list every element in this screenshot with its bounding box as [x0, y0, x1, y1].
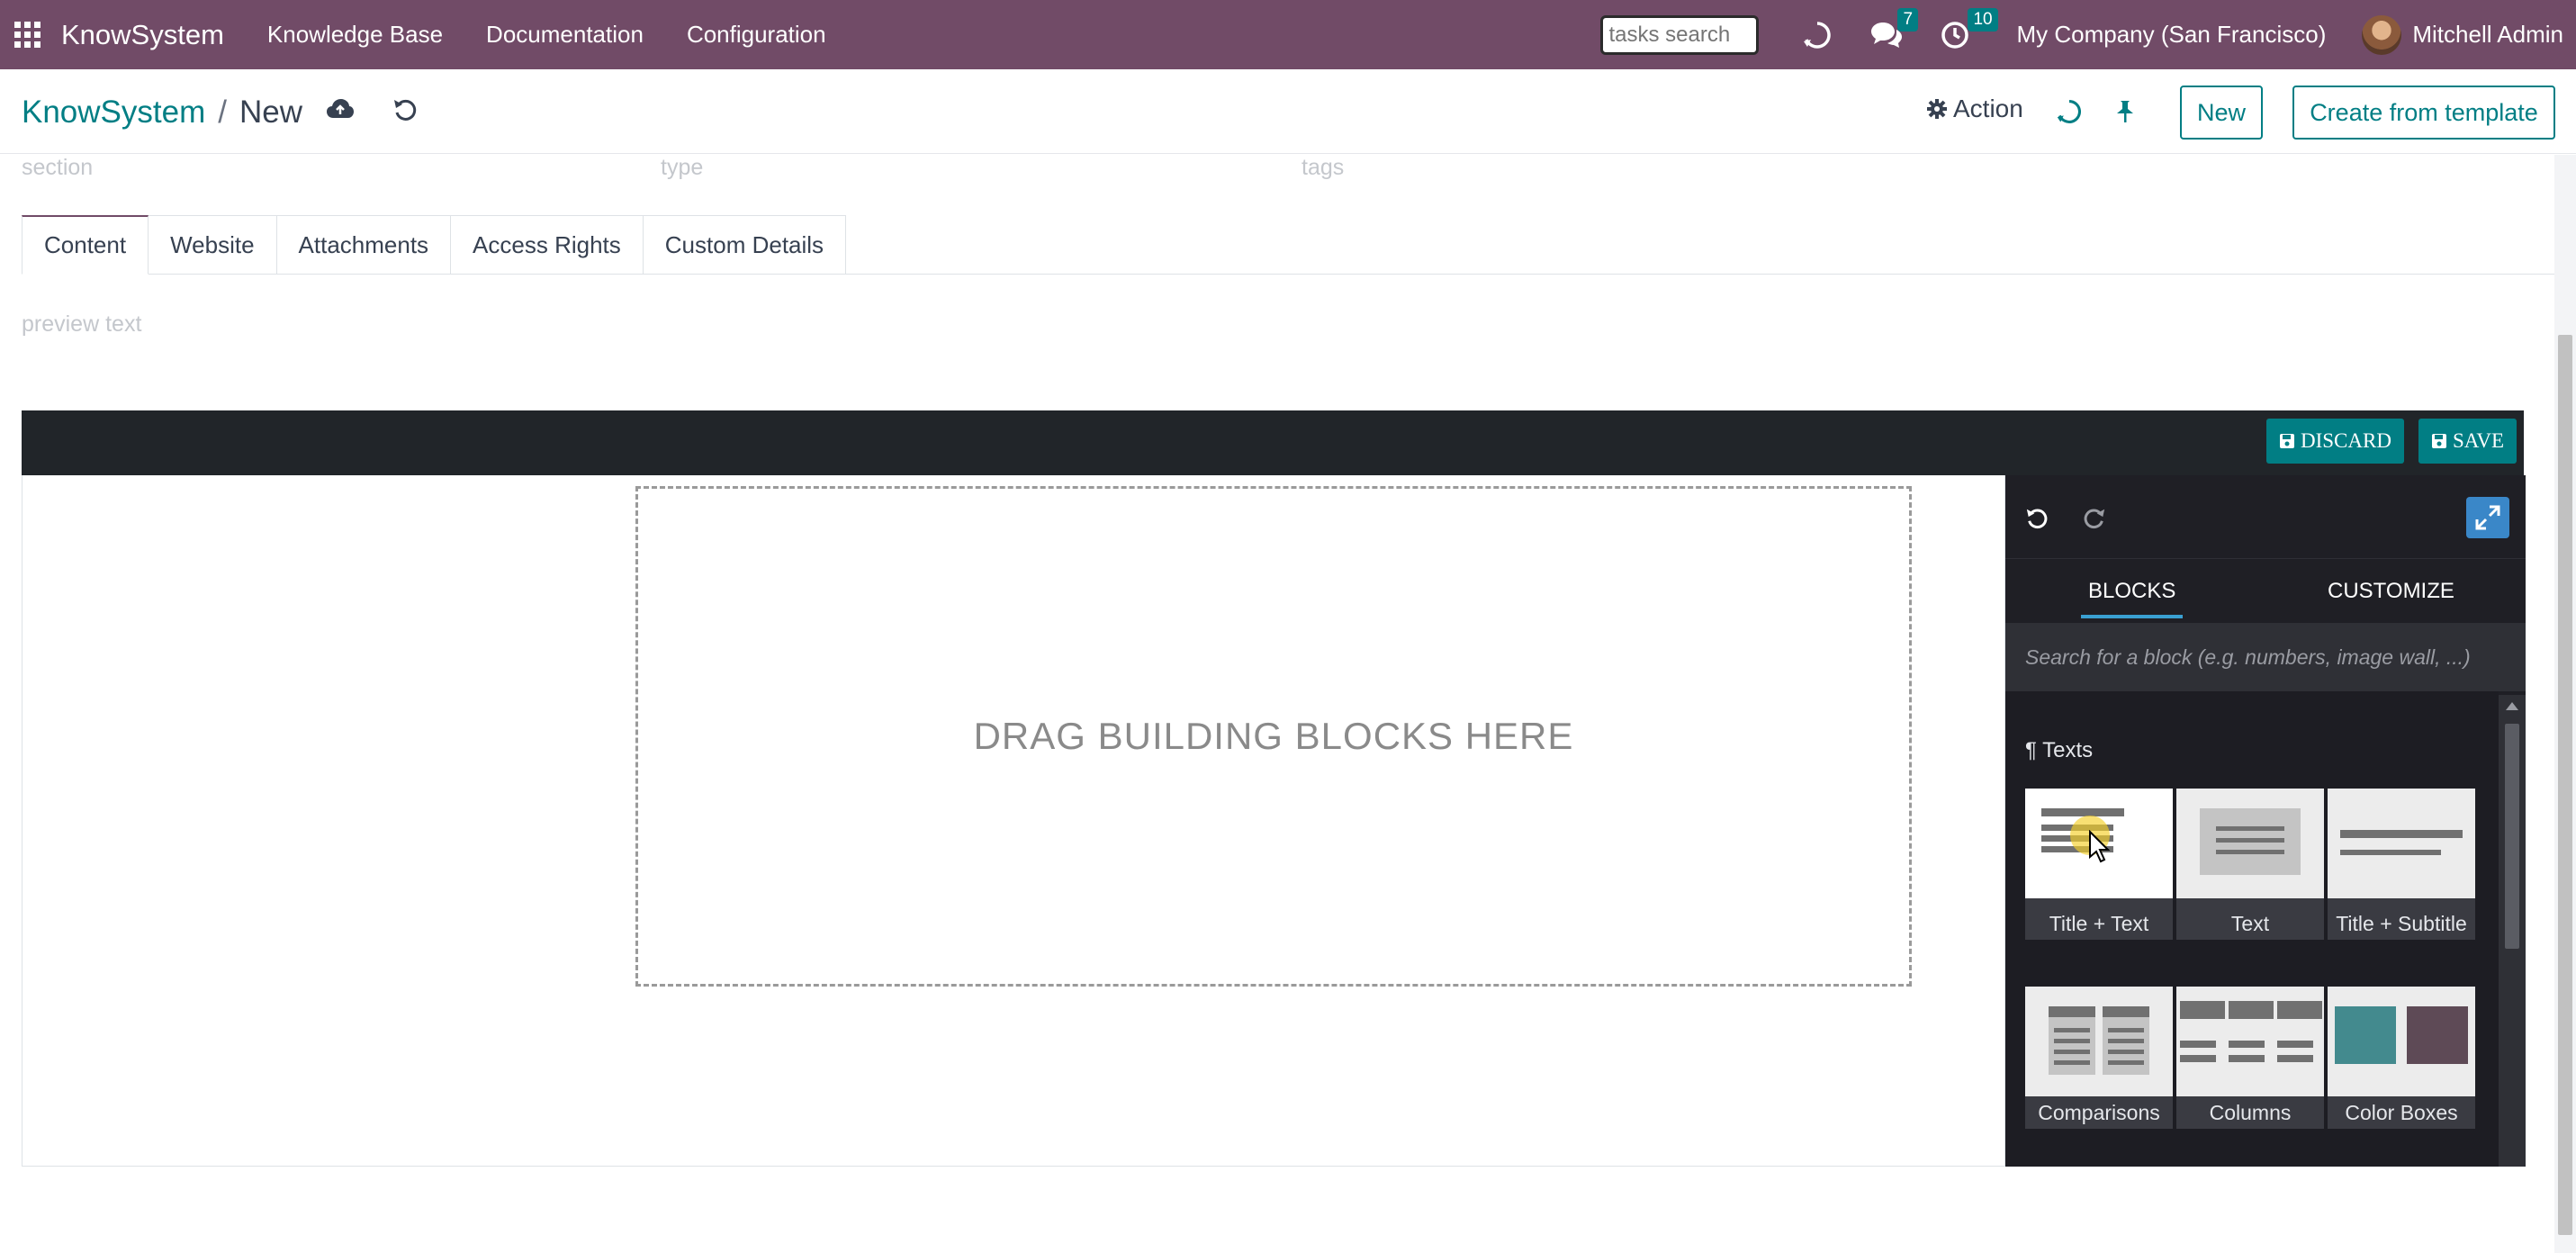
user-avatar[interactable]: [2362, 14, 2402, 55]
undo-icon[interactable]: [2025, 506, 2049, 529]
block-label: Title + Subtitle: [2336, 912, 2467, 935]
block-label: Columns: [2209, 1101, 2292, 1124]
top-navbar: KnowSystem Knowledge Base Documentation …: [0, 0, 2576, 69]
breadcrumb-root[interactable]: KnowSystem: [22, 95, 205, 131]
breadcrumb-separator: /: [218, 95, 227, 130]
control-panel: KnowSystem / New Action New Create from …: [0, 69, 2576, 154]
tags-field[interactable]: tags: [1302, 155, 1344, 181]
panel-scroll-thumb[interactable]: [2505, 724, 2519, 949]
texts-section-title: ¶ Texts: [2025, 738, 2093, 763]
block-search-input[interactable]: Search for a block (e.g. numbers, image …: [2005, 623, 2526, 691]
columns-icon: [2176, 987, 2324, 1096]
color-boxes-icon: [2328, 987, 2475, 1096]
breadcrumb-current: New: [239, 95, 303, 130]
tab-website[interactable]: Website: [149, 215, 277, 275]
block-label: Title + Text: [2049, 912, 2149, 935]
refresh-systray-icon[interactable]: [1802, 20, 1833, 50]
tab-customize[interactable]: CUSTOMIZE: [2328, 559, 2454, 624]
user-menu[interactable]: Mitchell Admin: [2412, 21, 2563, 49]
block-label: Text: [2230, 912, 2270, 935]
menu-configuration[interactable]: Configuration: [687, 21, 826, 49]
redo-icon[interactable]: [2083, 506, 2106, 529]
block-comparisons[interactable]: Comparisons: [2025, 987, 2173, 1129]
type-field[interactable]: type: [661, 155, 703, 181]
block-label: Comparisons: [2038, 1101, 2160, 1124]
floppy-icon: [2432, 434, 2446, 448]
discard-undo-icon[interactable]: [392, 96, 418, 122]
messages-count-badge: 7: [1897, 7, 1919, 32]
save-label: SAVE: [2453, 429, 2505, 452]
block-color-boxes[interactable]: Color Boxes: [2328, 987, 2475, 1129]
drop-zone[interactable]: DRAG BUILDING BLOCKS HERE: [635, 486, 1912, 987]
menu-documentation[interactable]: Documentation: [486, 21, 644, 49]
block-columns[interactable]: Columns: [2176, 987, 2324, 1129]
save-cloud-icon[interactable]: [326, 96, 355, 122]
page-scrollbar[interactable]: [2554, 155, 2576, 1253]
preview-text-field[interactable]: preview text: [22, 311, 141, 338]
mouse-pointer-icon: [2089, 830, 2111, 863]
panel-header: [2005, 475, 2526, 558]
block-text[interactable]: Text: [2176, 789, 2324, 940]
activities-clock-icon[interactable]: 10: [1941, 7, 1998, 50]
page-scroll-thumb[interactable]: [2558, 335, 2572, 1235]
apps-menu-icon[interactable]: [0, 0, 56, 69]
action-label: Action: [1953, 95, 2023, 122]
pin-icon[interactable]: [2113, 99, 2137, 124]
form-tabs: Content Website Attachments Access Right…: [22, 215, 847, 275]
create-from-template-button[interactable]: Create from template: [2292, 86, 2555, 140]
text-icon: [2176, 789, 2324, 898]
discard-label: DISCARD: [2301, 429, 2391, 452]
section-field[interactable]: section: [22, 155, 93, 181]
refresh-icon[interactable]: [2056, 98, 2083, 125]
block-title-text[interactable]: Title + Text: [2025, 789, 2173, 940]
drop-zone-text: DRAG BUILDING BLOCKS HERE: [973, 715, 1574, 757]
panel-scrollbar[interactable]: [2499, 695, 2526, 1167]
comparisons-icon: [2025, 987, 2173, 1096]
activities-count-badge: 10: [1968, 7, 1998, 32]
section-title-label: Texts: [2042, 738, 2094, 762]
company-switcher[interactable]: My Company (San Francisco): [2016, 21, 2326, 49]
editor-toolbar: DISCARD SAVE: [22, 410, 2524, 475]
app-brand[interactable]: KnowSystem: [61, 19, 224, 51]
floppy-icon: [2280, 434, 2294, 448]
tab-attachments[interactable]: Attachments: [276, 215, 452, 275]
gear-icon: [1927, 99, 1947, 119]
menu-knowledge-base[interactable]: Knowledge Base: [267, 21, 443, 49]
blocks-list: ¶ Texts Title + Text Text Title + Subtit…: [2005, 691, 2499, 1167]
breadcrumb: KnowSystem / New: [22, 95, 302, 131]
tab-custom-details[interactable]: Custom Details: [643, 215, 847, 275]
messages-icon[interactable]: 7: [1870, 7, 1919, 50]
fullscreen-expand-icon[interactable]: [2466, 497, 2509, 538]
scroll-up-arrow-icon[interactable]: [2506, 702, 2518, 710]
discard-button[interactable]: DISCARD: [2266, 419, 2404, 464]
new-button[interactable]: New: [2180, 86, 2263, 140]
tasks-search-input[interactable]: [1600, 14, 1760, 55]
block-title-subtitle[interactable]: Title + Subtitle: [2328, 789, 2475, 940]
tab-blocks[interactable]: BLOCKS: [2080, 559, 2184, 624]
tab-access-rights[interactable]: Access Rights: [451, 215, 644, 275]
pilcrow-icon: ¶: [2025, 738, 2037, 762]
title-subtitle-icon: [2328, 789, 2475, 898]
save-button[interactable]: SAVE: [2418, 419, 2517, 464]
tab-content[interactable]: Content: [22, 215, 149, 275]
panel-tabs: BLOCKS CUSTOMIZE: [2005, 558, 2526, 623]
block-label: Color Boxes: [2345, 1101, 2458, 1124]
action-menu-button[interactable]: Action: [1926, 95, 2023, 123]
